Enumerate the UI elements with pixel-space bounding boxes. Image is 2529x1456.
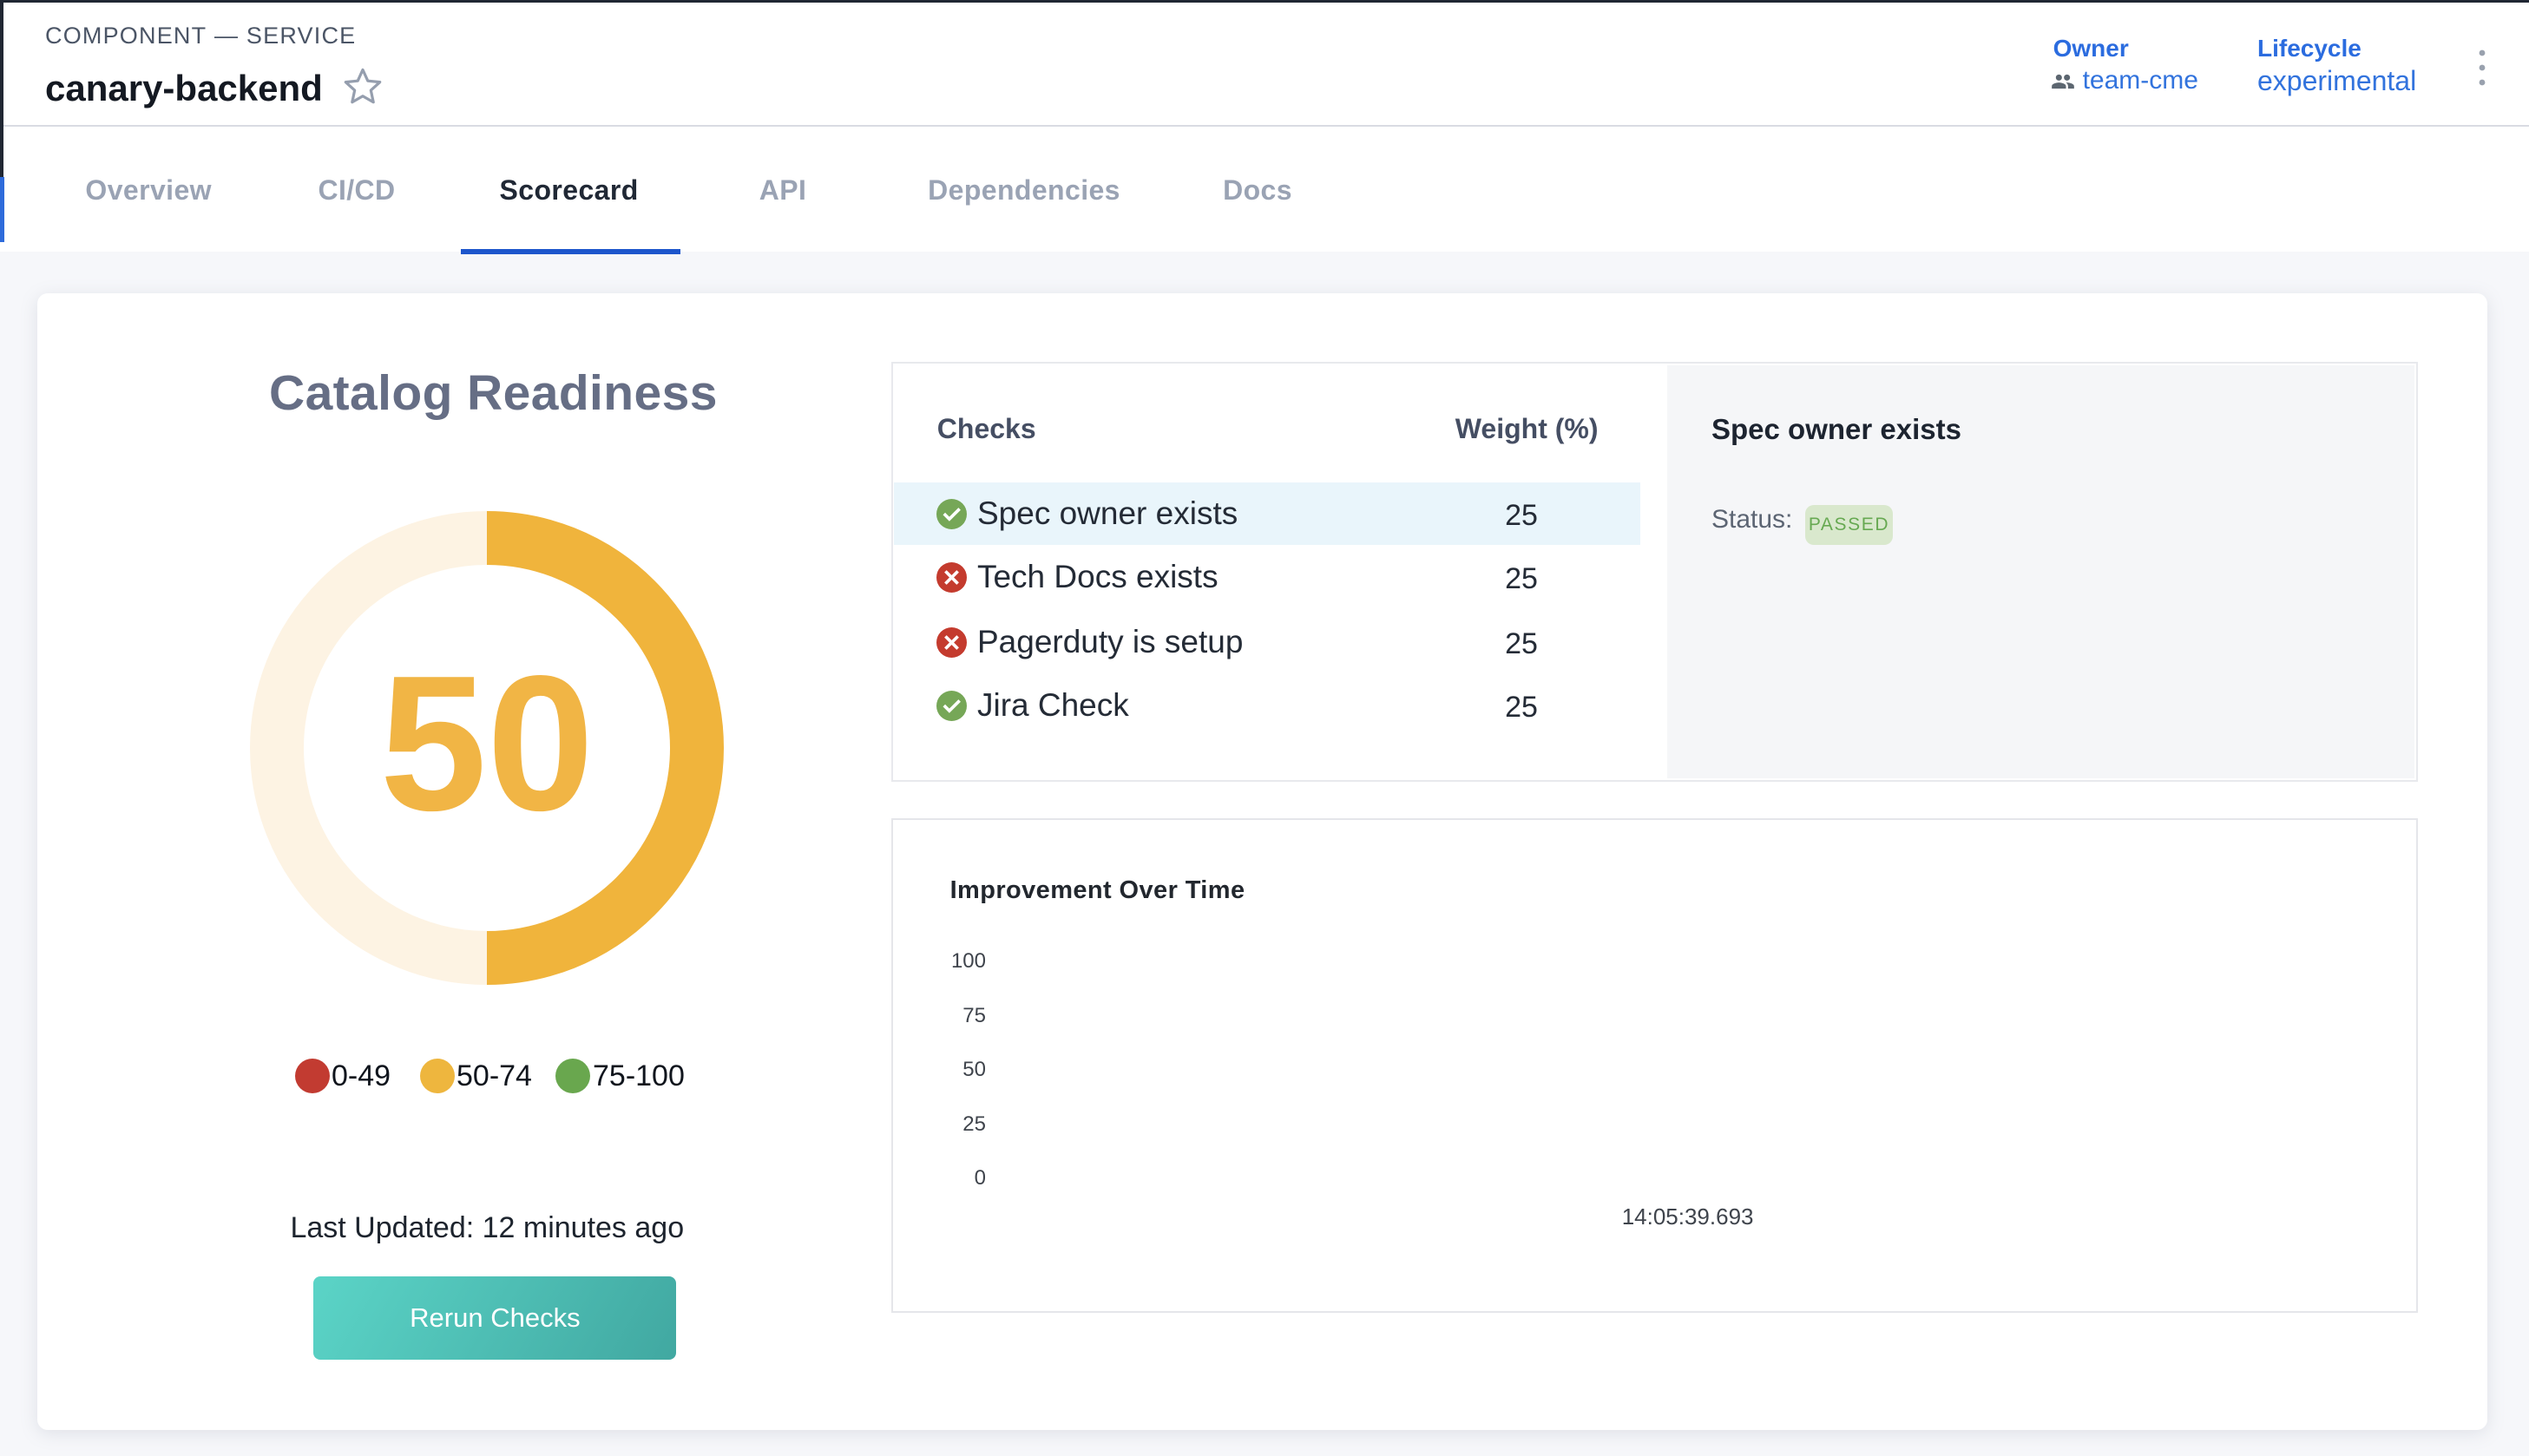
svg-text:50: 50: [380, 636, 594, 851]
